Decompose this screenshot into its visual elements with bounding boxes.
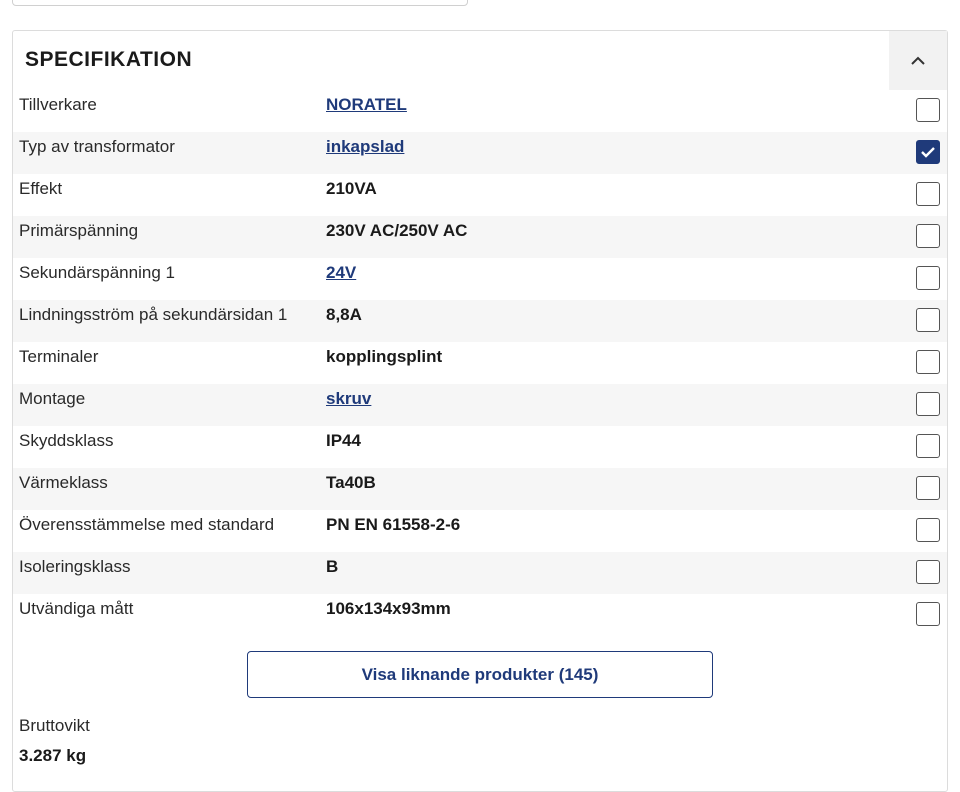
compare-checkbox[interactable] — [916, 518, 940, 542]
spec-label: Utvändiga mått — [19, 599, 134, 618]
spec-value: B — [326, 557, 339, 576]
spec-label: Isoleringsklass — [19, 557, 131, 576]
spec-label: Typ av transformator — [19, 137, 175, 156]
compare-checkbox[interactable] — [916, 98, 940, 122]
checkmark-icon — [921, 147, 935, 158]
spec-label: Terminaler — [19, 347, 99, 366]
spec-value: 8,8A — [326, 305, 362, 324]
spec-value: 230V AC/250V AC — [326, 221, 468, 240]
spec-list: Tillverkare NORATEL Typ av transformator in… — [13, 90, 947, 636]
spec-row: Skyddsklass IP44 — [13, 426, 947, 468]
spec-label: Överensstämmelse med standard — [19, 515, 275, 534]
spec-row: Lindningsström på sekundärsidan 1 8,8A — [13, 300, 947, 342]
spec-row: Överensstämmelse med standard PN EN 61558… — [13, 510, 947, 552]
spec-label: Montage — [19, 389, 86, 408]
spec-value: kopplingsplint — [326, 347, 443, 366]
spec-row: Terminaler kopplingsplint — [13, 342, 947, 384]
collapse-button[interactable] — [889, 31, 947, 90]
spec-label: Sekundärspänning 1 — [19, 263, 175, 282]
search-input[interactable] — [12, 0, 468, 6]
compare-checkbox[interactable] — [916, 560, 940, 584]
spec-row: Isoleringsklass B — [13, 552, 947, 594]
spec-value-link[interactable]: inkapslad — [326, 137, 404, 157]
spec-value-link[interactable]: NORATEL — [326, 95, 407, 115]
compare-checkbox[interactable] — [916, 266, 940, 290]
spec-label: Effekt — [19, 179, 63, 198]
spec-label: Tillverkare — [19, 95, 97, 114]
compare-checkbox[interactable] — [916, 350, 940, 374]
compare-checkbox[interactable] — [916, 182, 940, 206]
spec-row: Sekundärspänning 1 24V — [13, 258, 947, 300]
show-similar-products-button[interactable]: Visa liknande produkter (145) — [247, 651, 713, 698]
spec-row: Utvändiga mått 106x134x93mm — [13, 594, 947, 636]
spec-label: Värmeklass — [19, 473, 108, 492]
spec-row: Värmeklass Ta40B — [13, 468, 947, 510]
compare-checkbox[interactable] — [916, 392, 940, 416]
spec-row: Tillverkare NORATEL — [13, 90, 947, 132]
spec-value: Ta40B — [326, 473, 376, 492]
compare-checkbox[interactable] — [916, 434, 940, 458]
gross-weight-value: 3.287 kg — [19, 746, 87, 765]
spec-value: 210VA — [326, 179, 377, 198]
gross-weight-label: Bruttovikt — [19, 716, 90, 735]
spec-row: Typ av transformator inkapslad — [13, 132, 947, 174]
compare-checkbox[interactable] — [916, 140, 940, 164]
spec-row: Effekt 210VA — [13, 174, 947, 216]
spec-label: Primärspänning — [19, 221, 139, 240]
chevron-up-icon — [911, 56, 925, 65]
specification-panel: SPECIFIKATION Tillverkare NORATEL Typ av t… — [12, 30, 948, 792]
spec-value: 106x134x93mm — [326, 599, 451, 618]
spec-value-link[interactable]: skruv — [326, 389, 371, 409]
spec-value-link[interactable]: 24V — [326, 263, 356, 283]
compare-checkbox[interactable] — [916, 602, 940, 626]
spec-value: IP44 — [326, 431, 361, 450]
specification-header[interactable]: SPECIFIKATION — [13, 31, 947, 90]
spec-row: Primärspänning 230V AC/250V AC — [13, 216, 947, 258]
compare-checkbox[interactable] — [916, 476, 940, 500]
compare-checkbox[interactable] — [916, 308, 940, 332]
spec-row: Montage skruv — [13, 384, 947, 426]
panel-title: SPECIFIKATION — [25, 48, 193, 71]
spec-value: PN EN 61558-2-6 — [326, 515, 461, 534]
compare-checkbox[interactable] — [916, 224, 940, 248]
spec-label: Lindningsström på sekundärsidan 1 — [19, 305, 288, 324]
spec-label: Skyddsklass — [19, 431, 114, 450]
